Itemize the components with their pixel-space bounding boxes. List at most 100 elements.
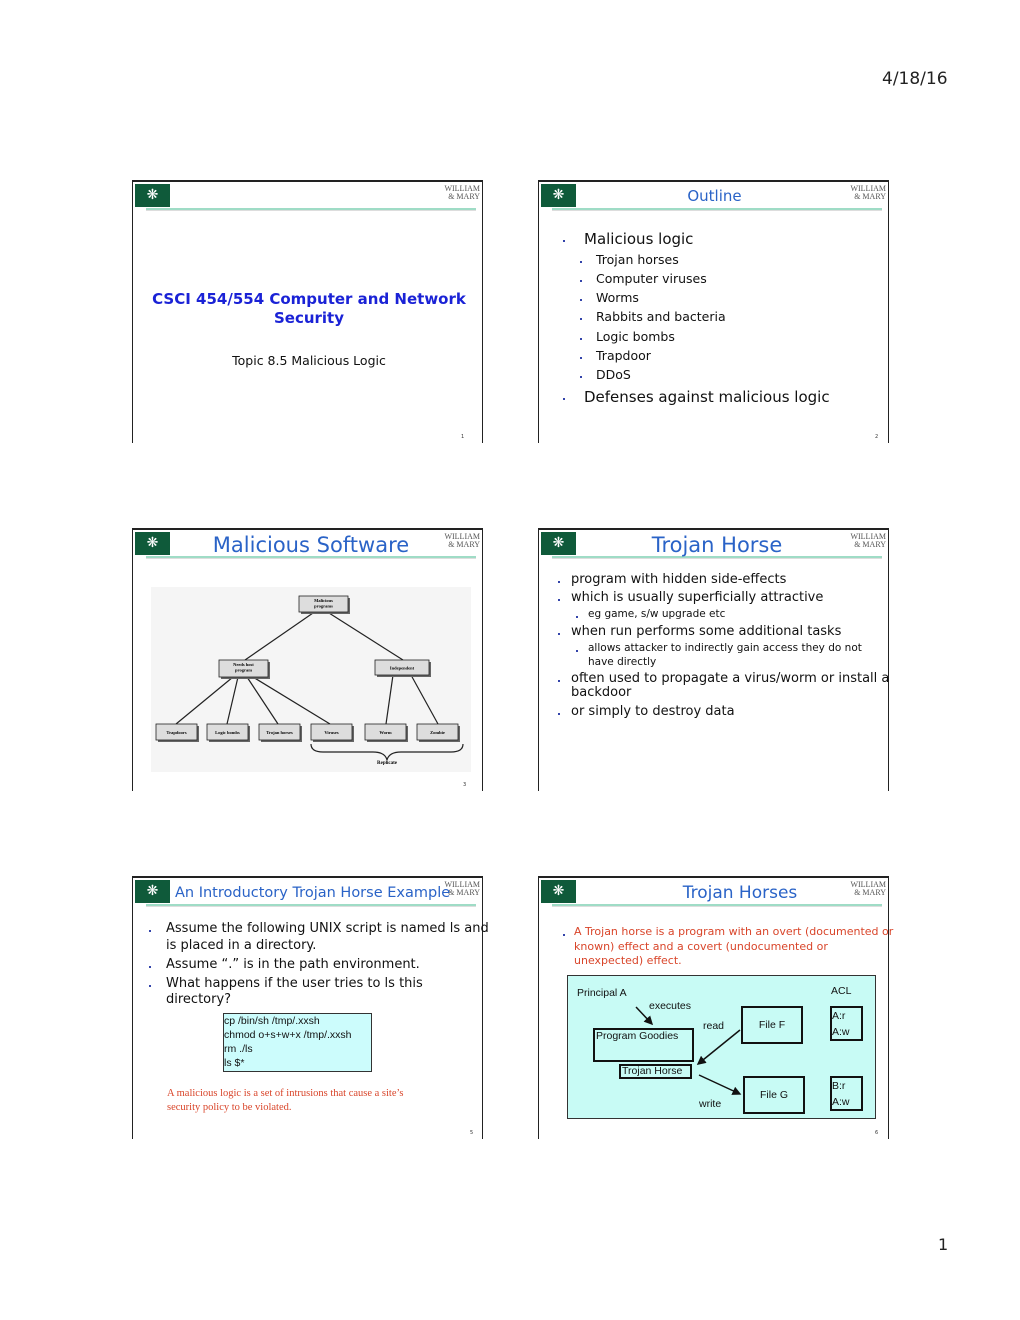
outline-item: Malicious logic [584,230,694,248]
brace-label: Replicate [377,761,398,766]
bullet-item: backdoor [571,685,632,700]
tree-node-label: program [235,668,252,673]
slide-number: 1 [461,434,465,440]
bullet-icon [149,966,151,968]
date: 4/18/16 [882,69,948,89]
slide-number: 5 [470,1130,474,1136]
handout-page: 4/18/16 1 ❋ WILLIAM & MARY CSCI 454/554 C… [0,0,1020,1320]
outline-item: Computer viruses [596,271,707,286]
bullet-icon [580,318,582,320]
slide-title: Trojan Horse [651,533,783,557]
bullet-item: is placed in a directory. [166,938,317,953]
definition-note: A malicious logic is a set of intrusions… [167,1088,404,1113]
tree-node-label: Trapdoors [166,730,186,735]
bullet-icon [149,930,151,932]
bullet-icon [580,299,582,301]
bullet-icon [576,616,578,618]
outline-item: Trojan horses [596,252,679,267]
code-line: ls $* [224,1057,245,1069]
bullet-item: which is usually superficially attractiv… [571,590,824,605]
header-rule [146,904,476,907]
bullet-item: Assume “.” is in the path environment. [166,957,420,972]
outline-item: Defenses against malicious logic [584,388,830,406]
bullet-icon [576,650,578,652]
trojan-diagram: Principal A executes Program Goodies Tro… [567,975,876,1119]
tree-node-left: Needs hostprogram [218,659,270,679]
bullet-icon [580,357,582,359]
outline-item: Worms [596,290,639,305]
bullet-item: often used to propagate a virus/worm or … [571,671,890,686]
tree-node-leaf: Trojan horses [258,723,302,742]
outline-item: DDoS [596,367,631,382]
slide-title: An Introductory Trojan Horse Example [175,885,451,901]
tree-node-label: Logic bombs [215,730,240,735]
bullet-icon [558,680,560,682]
bullet-icon [580,338,582,340]
tree-node-leaf: Logic bombs [206,723,250,742]
bullet-icon [558,599,560,601]
outline-item: Trapdoor [596,348,651,363]
header-rule [146,208,476,211]
bullet-icon [580,376,582,378]
tree-node-label: Needs host [233,662,254,667]
wm-logo-icon: ❋ [135,184,170,207]
wm-wordmark: WILLIAM & MARY [444,184,480,201]
slide-title: Outline [687,187,742,205]
bullet-icon [558,581,560,583]
slide-number: 2 [875,434,879,440]
slide-title: Trojan Horses [682,883,798,903]
malware-taxonomy-diagram: Maliciousprograms Needs hostprogram Indepe… [151,587,471,772]
script-code-box: cp /bin/sh /tmp/.xxsh chmod o+s+w+x /tmp… [223,1013,372,1072]
bullet-icon [580,280,582,282]
read-arrow [696,1029,741,1065]
bullet-item: have directly [588,656,657,668]
tree-node-leaf: Zombie [416,723,460,742]
page-number: 1 [938,1235,949,1254]
bullet-icon [563,240,565,242]
tree-node-right: Independent [374,659,431,677]
diagram-arrows [635,1006,742,1095]
slide-4: ❋ WILLIAM & MARY Trojan Horse program wit… [538,528,889,791]
outline-item: Rabbits and bacteria [596,309,726,324]
bullet-icon [558,713,560,715]
slide-6: ❋ WILLIAM & MARY Trojan Horses A Trojan h… [538,876,893,1139]
write-arrow [698,1074,742,1095]
tree-node-label: Independent [390,666,415,671]
slide-2: ❋ WILLIAM & MARY Outline Malicious logic T… [538,180,889,443]
bullet-item: directory? [166,992,232,1007]
header-rule [552,208,882,211]
tree-node-leaf: Viruses [310,723,354,742]
slide-1: ❋ WILLIAM & MARY CSCI 454/554 Computer an… [132,180,483,443]
header-rule [552,904,882,907]
tree-node-label: Zombie [430,730,445,735]
slide-subtitle: Topic 8.5 Malicious Logic [232,353,386,368]
tree-node-label: Viruses [324,730,339,735]
bullet-icon [580,261,582,263]
slide-title: CSCI 454/554 Computer and Network Securi… [152,290,466,327]
bullet-icon [563,398,565,400]
bullet-item: allows attacker to indirectly gain acces… [588,642,862,654]
code-line: rm ./ls [224,1043,253,1055]
slide-5: ❋ WILLIAM & MARY An Introductory Trojan H… [132,876,489,1139]
tree-node-label: Malicious [314,598,333,603]
tree-node-label: Worm [379,730,391,735]
bullet-icon [558,633,560,635]
code-line: chmod o+s+w+x /tmp/.xxsh [224,1029,352,1041]
tree-node-leaf: Trapdoors [155,723,199,742]
slide-number: 6 [875,1130,879,1136]
slide-3: ❋ WILLIAM & MARY Malicious Software Malic… [132,528,483,791]
bullet-item: What happens if the user tries to ls thi… [166,976,423,991]
definition-bullet: A Trojan horse is a program with an over… [574,925,894,967]
tree-node-root: Maliciousprograms [298,595,350,614]
tree-node-leaf: Worm [364,723,408,742]
tree-node-label: programs [314,604,333,609]
bullet-icon [149,985,151,987]
tree-node-label: Trojan horses [266,730,293,735]
wm-logo-icon: ❋ [135,880,170,903]
outline-item: Logic bombs [596,329,675,344]
bullet-item: Assume the following UNIX script is name… [166,921,489,936]
bullet-item: when run performs some additional tasks [571,624,842,639]
code-line: cp /bin/sh /tmp/.xxsh [224,1015,320,1027]
bullet-item: program with hidden side-effects [571,572,787,587]
slide-number: 3 [463,782,467,788]
